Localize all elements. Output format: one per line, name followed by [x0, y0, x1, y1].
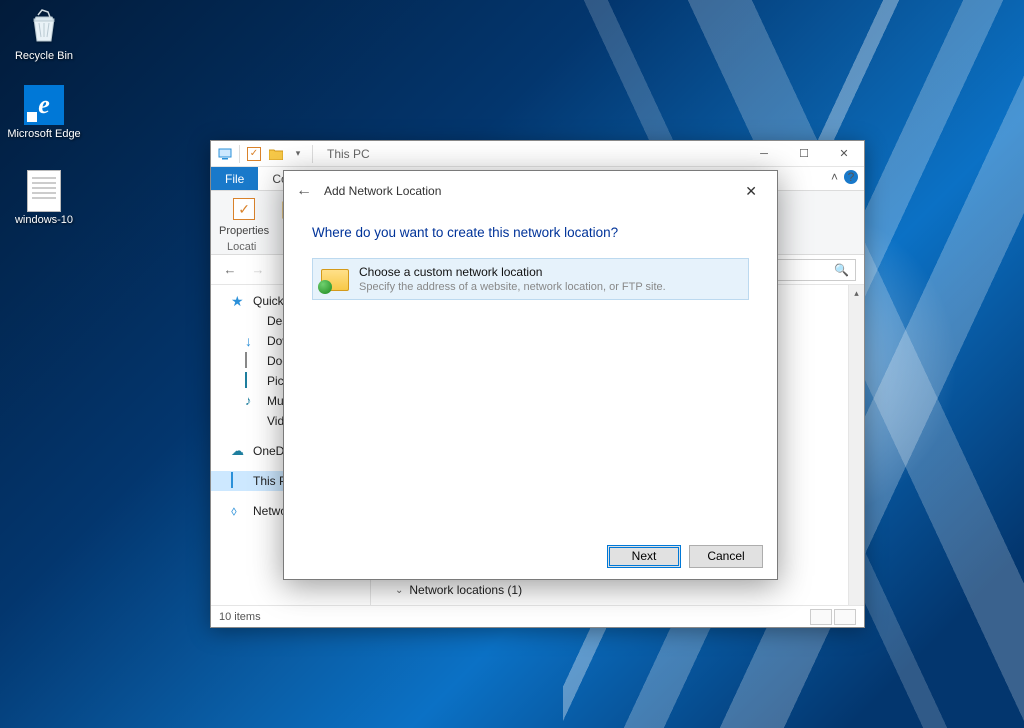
search-icon: 🔍 — [834, 263, 849, 277]
close-button[interactable]: ✕ — [824, 141, 864, 167]
section-header-label: Network locations (1) — [409, 583, 522, 597]
view-large-icons-button[interactable] — [834, 609, 856, 625]
qat-dropdown-icon[interactable]: ▾ — [290, 146, 306, 162]
option-title: Choose a custom network location — [359, 265, 666, 279]
section-network-locations[interactable]: ⌄ Network locations (1) — [395, 583, 840, 597]
status-bar: 10 items — [211, 605, 864, 627]
maximize-button[interactable]: ☐ — [784, 141, 824, 167]
ribbon-section-location: Locati — [219, 239, 264, 255]
recycle-bin-icon — [23, 6, 65, 48]
option-subtitle: Specify the address of a website, networ… — [359, 281, 666, 293]
cancel-button[interactable]: Cancel — [689, 545, 763, 568]
window-title: This PC — [327, 147, 370, 161]
dialog-body: Where do you want to create this network… — [284, 211, 777, 533]
network-globe-folder-icon — [321, 265, 349, 293]
onedrive-icon: ☁ — [231, 443, 247, 459]
next-button[interactable]: Next — [607, 545, 681, 568]
text-file-icon — [23, 170, 65, 212]
properties-quick-icon[interactable]: ✓ — [246, 146, 262, 162]
chevron-down-icon: ⌄ — [395, 585, 403, 596]
downloads-icon: ↓ — [245, 333, 261, 349]
pictures-icon — [245, 373, 261, 389]
documents-icon — [245, 353, 261, 369]
network-location-item[interactable]: rvzen-desktop — [395, 603, 840, 605]
ribbon-label: Properties — [219, 225, 269, 237]
dialog-footer: Next Cancel — [284, 533, 777, 579]
back-button[interactable]: ← — [296, 182, 312, 200]
network-icon: ⬨ — [231, 503, 247, 519]
desktop-icon — [245, 313, 261, 329]
desktop-icon-label: windows-10 — [6, 214, 82, 227]
desktop-icon-edge[interactable]: e Microsoft Edge — [6, 84, 82, 141]
dialog-header: ← Add Network Location ✕ — [284, 171, 777, 211]
dialog-close-button[interactable]: ✕ — [737, 179, 765, 204]
star-icon: ★ — [231, 293, 247, 309]
titlebar[interactable]: ✓ ▾ This PC ─ ☐ ✕ — [211, 141, 864, 167]
desktop-icon-recycle-bin[interactable]: Recycle Bin — [6, 6, 82, 63]
dialog-heading: Where do you want to create this network… — [312, 225, 749, 240]
desktop-icon-label: Microsoft Edge — [6, 128, 82, 141]
ribbon-collapse-icon[interactable]: ˄ — [831, 170, 838, 184]
nav-back-button[interactable]: ← — [219, 259, 241, 281]
add-network-location-dialog: ← Add Network Location ✕ Where do you wa… — [283, 170, 778, 580]
desktop-icon-textfile[interactable]: windows-10 — [6, 170, 82, 227]
status-item-count: 10 items — [219, 611, 261, 623]
view-details-button[interactable] — [810, 609, 832, 625]
new-folder-quick-icon[interactable] — [268, 146, 284, 162]
scrollbar[interactable]: ▴ — [848, 285, 864, 605]
desktop-icon-label: Recycle Bin — [6, 50, 82, 63]
dialog-title: Add Network Location — [324, 184, 441, 198]
edge-icon: e — [23, 84, 65, 126]
thispc-icon — [217, 146, 233, 162]
videos-icon — [245, 413, 261, 429]
ribbon-properties[interactable]: ✓ Properties — [219, 195, 269, 237]
thispc-icon — [231, 473, 247, 489]
music-icon: ♪ — [245, 393, 261, 409]
help-icon[interactable]: ? — [844, 170, 858, 184]
tab-file[interactable]: File — [211, 167, 258, 190]
option-custom-network-location[interactable]: Choose a custom network location Specify… — [312, 258, 749, 300]
scroll-up-icon[interactable]: ▴ — [849, 285, 864, 301]
nav-forward-button: → — [247, 259, 269, 281]
quick-access-toolbar: ✓ ▾ — [211, 145, 319, 163]
minimize-button[interactable]: ─ — [744, 141, 784, 167]
